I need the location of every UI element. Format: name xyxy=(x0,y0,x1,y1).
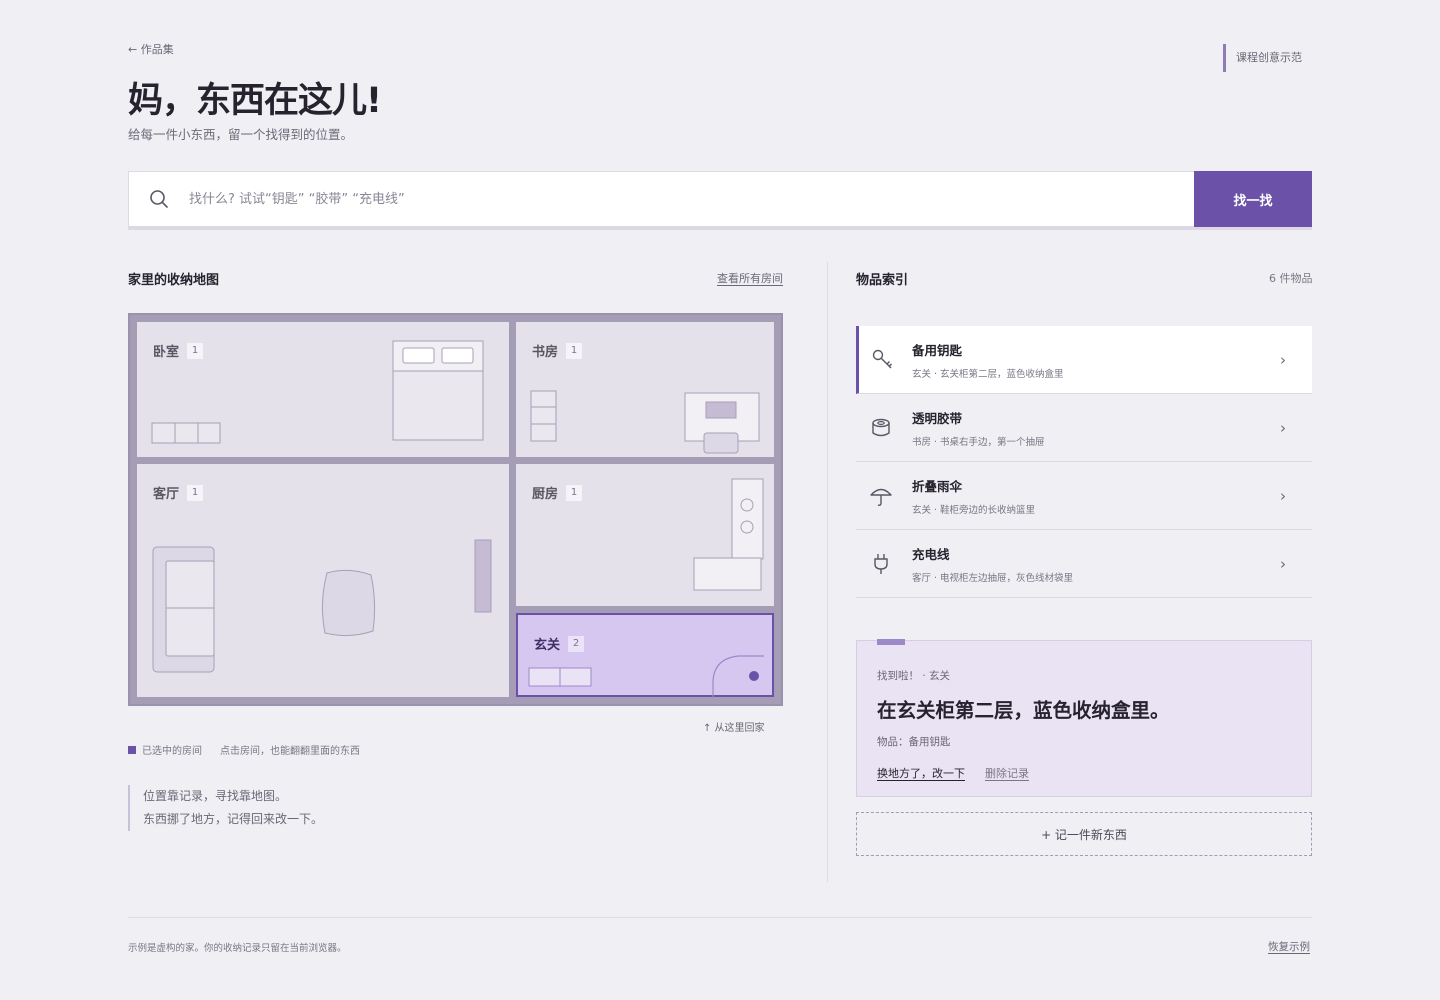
sofa-furniture xyxy=(152,546,215,673)
room-count-badge: 1 xyxy=(566,342,583,359)
umbrella-icon xyxy=(856,484,906,508)
quote-line: 位置靠记录，寻找靠地图。 xyxy=(143,789,288,803)
tip-quote: 位置靠记录，寻找靠地图。 东西挪了地方，记得回来改一下。 xyxy=(128,785,323,831)
list-item[interactable]: 充电线 客厅 · 电视柜左边抽屉，灰色线材袋里 › xyxy=(856,530,1312,598)
chevron-right-icon: › xyxy=(1280,350,1286,369)
bed-furniture xyxy=(392,340,484,441)
item-location: 客厅 · 电视柜左边抽屉，灰色线材袋里 xyxy=(912,572,1074,584)
column-divider xyxy=(827,262,828,882)
item-location: 玄关 · 玄关柜第二层，蓝色收纳盒里 xyxy=(912,368,1064,380)
back-to-portfolio-link[interactable]: ← 作品集 xyxy=(128,41,174,57)
room-label: 客厅 1 xyxy=(153,483,204,502)
map-section-title: 家里的收纳地图 xyxy=(128,273,220,288)
front-door-icon xyxy=(712,655,764,698)
room-label: 玄关 2 xyxy=(534,634,585,653)
found-card: 找到啦！ · 玄关 在玄关柜第二层，蓝色收纳盒里。 物品：备用钥匙 换地方了，改… xyxy=(856,639,1312,797)
entrance-hint: ↑ 从这里回家 xyxy=(703,723,765,734)
room-bedroom[interactable]: 卧室 1 xyxy=(137,322,509,457)
key-icon xyxy=(859,348,906,372)
footer-note: 示例是虚构的家。你的收纳记录只留在当前浏览器。 xyxy=(128,943,347,954)
search-button[interactable]: 找一找 xyxy=(1194,171,1312,227)
reset-demo-link[interactable]: 恢复示例 xyxy=(1268,939,1310,954)
room-count-badge: 1 xyxy=(187,342,204,359)
course-tag: 课程创意示范 xyxy=(1223,44,1302,72)
coffee-table-furniture xyxy=(321,569,376,637)
edit-location-link[interactable]: 换地方了，改一下 xyxy=(877,765,965,781)
room-count-badge: 1 xyxy=(187,484,204,501)
item-location: 书房 · 书桌右手边，第一个抽屉 xyxy=(912,436,1045,448)
view-all-rooms-link[interactable]: 查看所有房间 xyxy=(717,270,783,286)
shoe-cabinet-furniture xyxy=(528,667,592,687)
found-card-accent xyxy=(877,639,905,645)
tv-cabinet-furniture xyxy=(474,539,492,613)
room-count-badge: 2 xyxy=(568,635,585,652)
item-name: 备用钥匙 xyxy=(912,342,963,358)
page-title: 妈，东西在这儿! xyxy=(128,81,382,121)
search-input[interactable] xyxy=(189,172,1194,226)
add-item-button[interactable]: + 记一件新东西 xyxy=(856,812,1312,856)
delete-record-link[interactable]: 删除记录 xyxy=(985,765,1029,781)
list-item[interactable]: 透明胶带 书房 · 书桌右手边，第一个抽屉 › xyxy=(856,394,1312,462)
found-actions: 换地方了，改一下 删除记录 xyxy=(877,765,1029,781)
room-entrance[interactable]: 玄关 2 xyxy=(516,613,774,698)
search-bar: 找一找 xyxy=(128,171,1312,230)
chevron-right-icon: › xyxy=(1280,418,1286,437)
plug-icon xyxy=(856,552,906,576)
desk-furniture xyxy=(684,392,760,454)
chevron-right-icon: › xyxy=(1280,554,1286,573)
found-tag: 找到啦！ · 玄关 xyxy=(877,670,951,682)
room-label: 卧室 1 xyxy=(153,341,204,360)
map-legend: 已选中的房间 点击房间，也能翻翻里面的东西 xyxy=(128,742,360,757)
dresser-furniture xyxy=(151,422,221,444)
item-name: 透明胶带 xyxy=(912,410,963,426)
room-label: 厨房 1 xyxy=(532,483,583,502)
page-subtitle: 给每一件小东西，留一个找得到的位置。 xyxy=(128,127,354,142)
item-name: 充电线 xyxy=(912,546,950,562)
item-location: 玄关 · 鞋柜旁边的长收纳篮里 xyxy=(912,504,1036,516)
list-item[interactable]: 备用钥匙 玄关 · 玄关柜第二层，蓝色收纳盒里 › xyxy=(856,326,1312,394)
quote-line: 东西挪了地方，记得回来改一下。 xyxy=(143,812,324,826)
list-item[interactable]: 折叠雨伞 玄关 · 鞋柜旁边的长收纳篮里 › xyxy=(856,462,1312,530)
index-section-title: 物品索引 xyxy=(856,273,909,288)
item-count: 6 件物品 xyxy=(1269,272,1313,285)
kitchen-counter-furniture xyxy=(693,478,764,591)
legend-selected-label: 已选中的房间 xyxy=(142,746,202,757)
chevron-right-icon: › xyxy=(1280,486,1286,505)
legend-hint: 点击房间，也能翻翻里面的东西 xyxy=(220,746,360,757)
found-item-name: 物品：备用钥匙 xyxy=(877,736,951,748)
search-icon xyxy=(129,172,189,226)
legend-swatch xyxy=(128,745,136,754)
item-list: 备用钥匙 玄关 · 玄关柜第二层，蓝色收纳盒里 › 透明胶带 书房 · 书桌右手… xyxy=(856,326,1312,618)
room-count-badge: 1 xyxy=(566,484,583,501)
bookshelf-furniture xyxy=(530,390,557,442)
room-study[interactable]: 书房 1 xyxy=(516,322,774,457)
footer-divider xyxy=(128,917,1312,918)
found-location-title: 在玄关柜第二层，蓝色收纳盒里。 xyxy=(877,699,1170,722)
tape-icon xyxy=(856,416,906,440)
room-label: 书房 1 xyxy=(532,341,583,360)
storage-map: 卧室 1 书房 1 客厅 1 厨房 1 玄关 2 xyxy=(128,313,783,706)
room-kitchen[interactable]: 厨房 1 xyxy=(516,464,774,606)
room-living[interactable]: 客厅 1 xyxy=(137,464,509,697)
item-name: 折叠雨伞 xyxy=(912,478,963,494)
